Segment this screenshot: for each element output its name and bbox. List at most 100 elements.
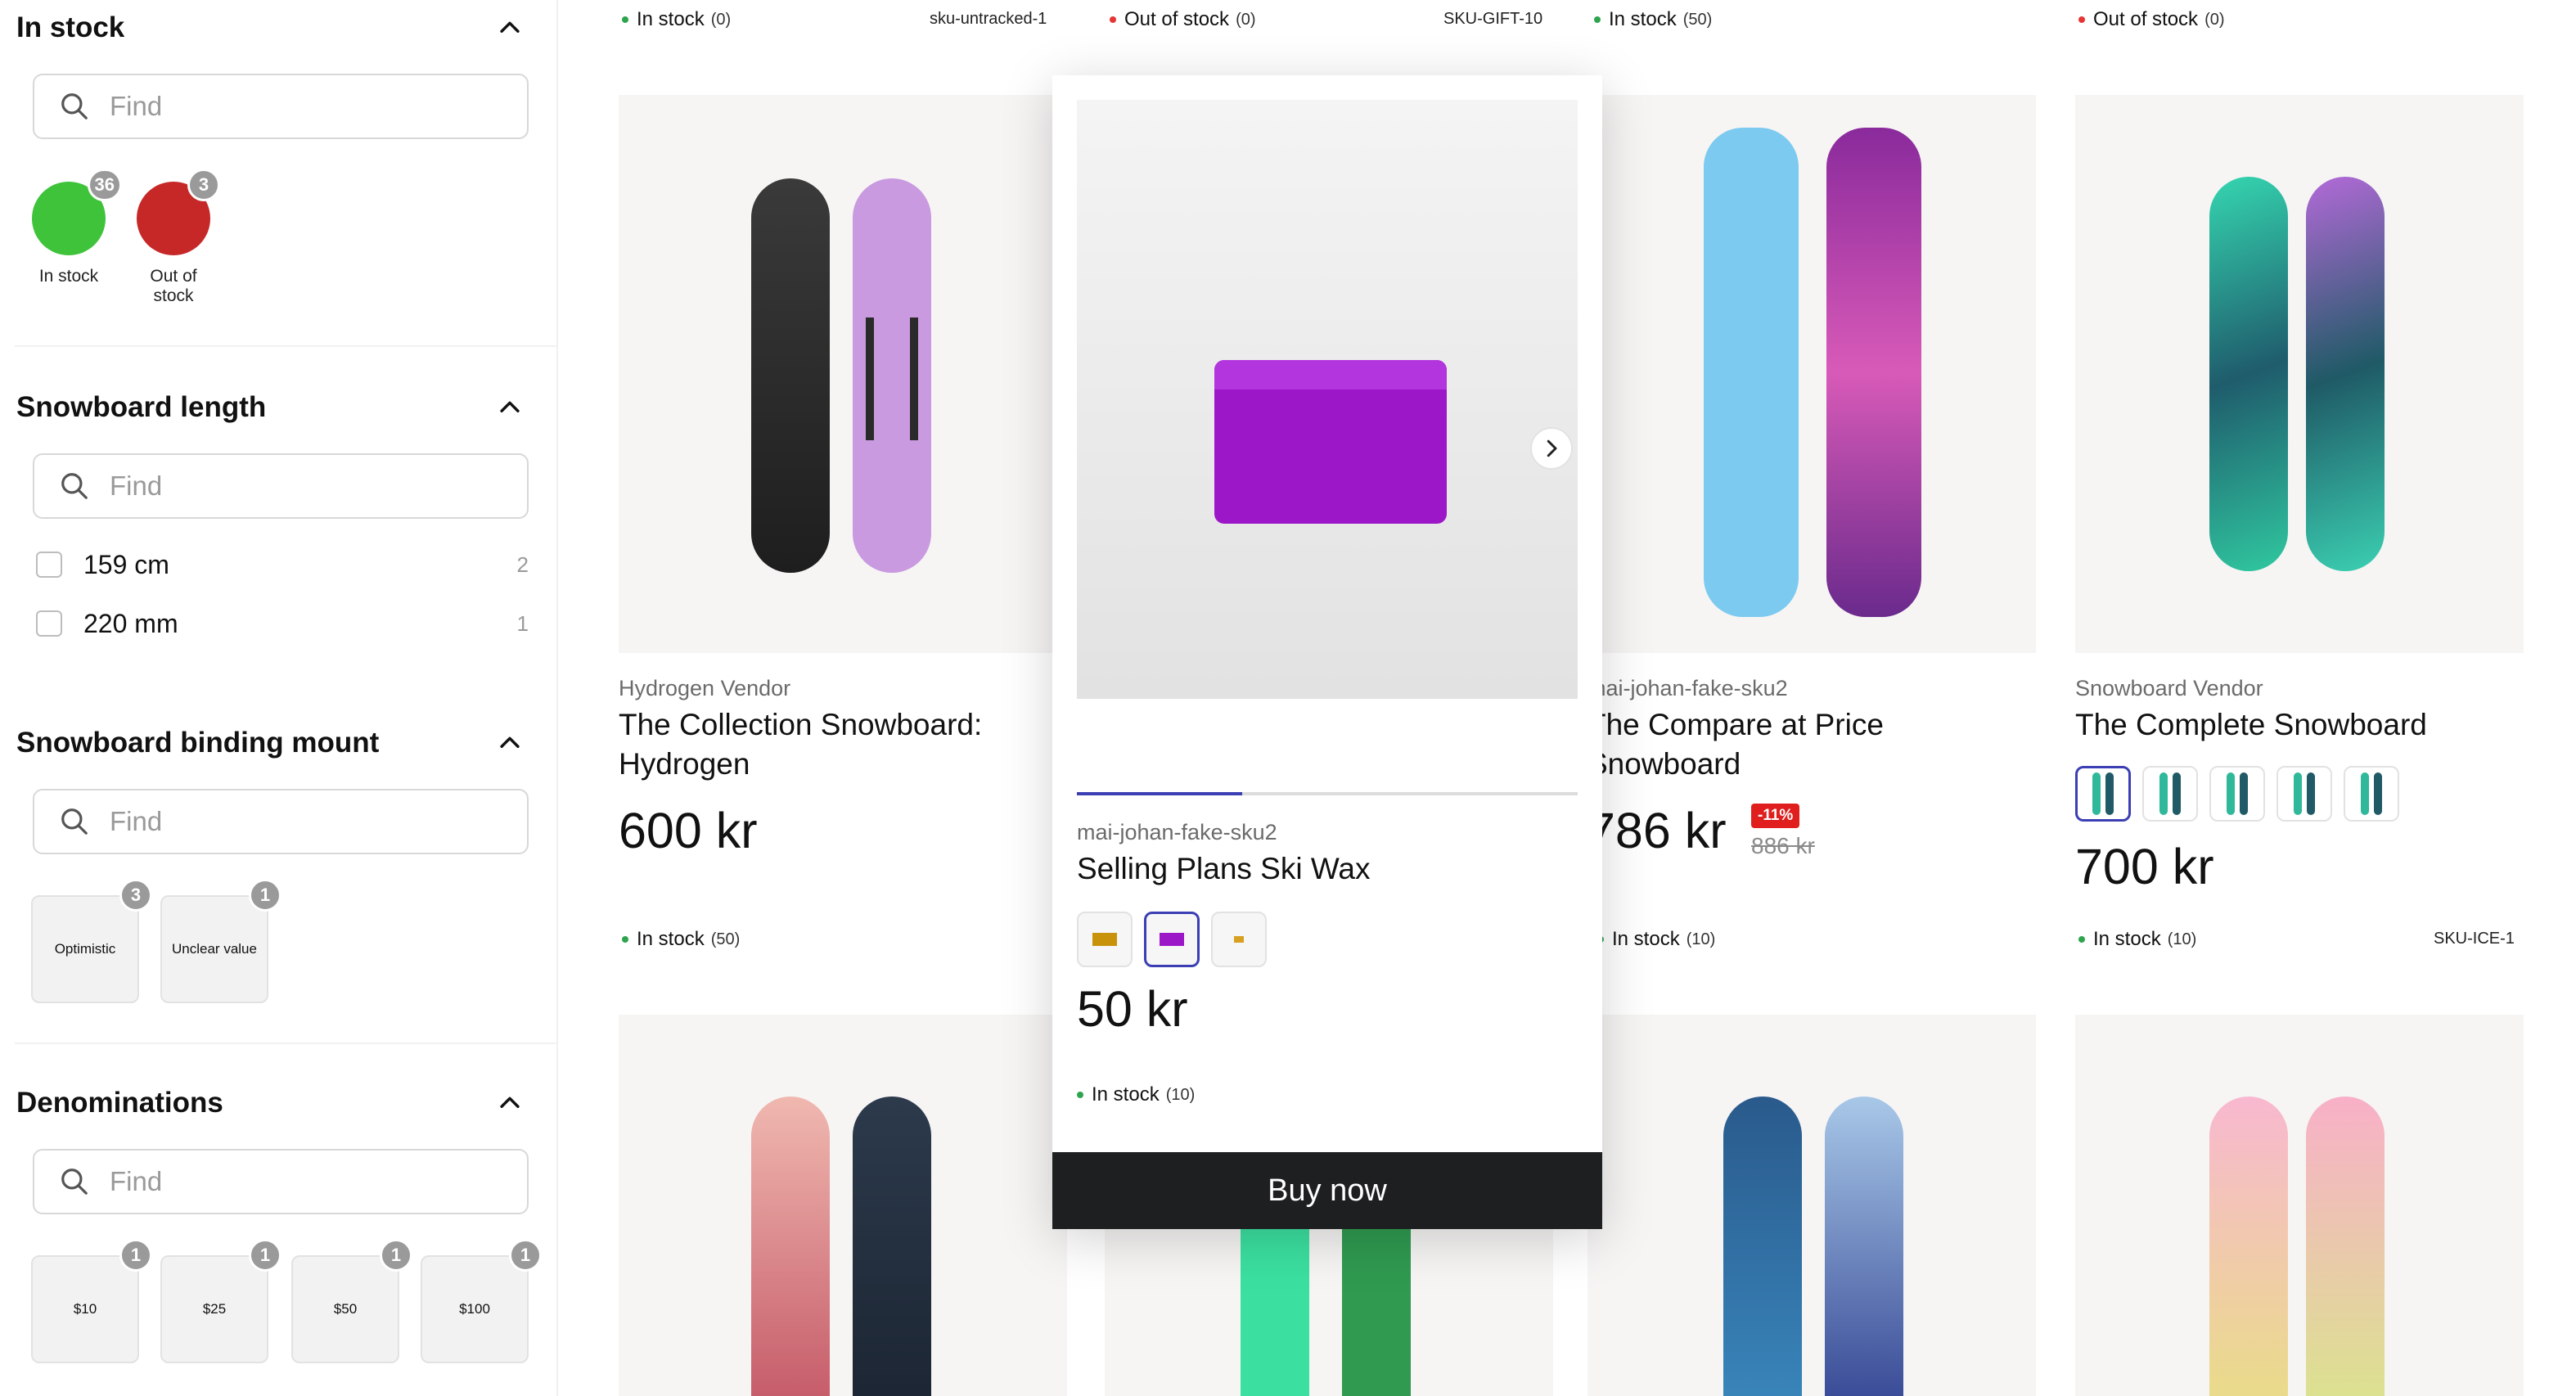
out-of-stock-dot-icon: [1110, 16, 1116, 23]
variant-thumb[interactable]: [1077, 912, 1133, 967]
chevron-up-icon[interactable]: [496, 394, 524, 421]
quick-view-popup: mai-johan-fake-sku2 Selling Plans Ski Wa…: [1052, 75, 1602, 1229]
stock-label: In stock: [1612, 928, 1680, 950]
snowboard-logo: [1825, 1097, 1903, 1396]
search-icon: [61, 473, 88, 499]
stock-qty: (10): [2167, 930, 2197, 948]
filter-title: Denominations: [16, 1087, 223, 1119]
filter-option-159-cm[interactable]: 159 cm 2: [36, 547, 529, 583]
filter-header-snowboard-length[interactable]: Snowboard length: [16, 383, 524, 432]
checkbox[interactable]: [36, 610, 62, 637]
count-badge: 3: [187, 169, 220, 201]
stock-label: In stock: [637, 8, 705, 30]
product-image[interactable]: [619, 1015, 1067, 1396]
variant-thumb[interactable]: [2209, 766, 2265, 822]
variant-thumb[interactable]: [2075, 766, 2131, 822]
filter-tile-unclear-value[interactable]: Unclear value 1: [160, 879, 281, 1003]
filter-option-220-mm[interactable]: 220 mm 1: [36, 606, 529, 642]
snowboard-lilac: [853, 178, 931, 573]
variant-thumb[interactable]: [1144, 912, 1200, 967]
buy-now-button[interactable]: Buy now: [1052, 1152, 1602, 1229]
find-field[interactable]: [33, 1149, 529, 1214]
find-field[interactable]: [33, 453, 529, 519]
product-image-hydrogen[interactable]: [619, 95, 1067, 653]
swatch-label: In stock: [38, 267, 99, 286]
product-image-compare-at-price[interactable]: [1587, 95, 2036, 653]
in-stock-dot-icon: [1594, 16, 1601, 23]
tile-label: $100: [459, 1301, 490, 1317]
snowboard-purple: [1826, 128, 1921, 617]
next-image-button[interactable]: [1530, 427, 1573, 470]
popup-stock-status: In stock (10): [1077, 1083, 1195, 1106]
filter-tile-optimistic[interactable]: Optimistic 3: [31, 879, 152, 1003]
color-swatch[interactable]: 3: [137, 169, 220, 255]
swatch-in-stock[interactable]: 36 In stock: [20, 169, 122, 286]
product-vendor: Snowboard Vendor: [2075, 676, 2263, 700]
snowboard-black: [751, 178, 830, 573]
chevron-up-icon[interactable]: [496, 729, 524, 757]
in-stock-dot-icon: [1077, 1092, 1083, 1098]
tile-label: Optimistic: [54, 941, 116, 957]
sku-label: SKU-GIFT-10: [1443, 10, 1543, 28]
find-input[interactable]: [110, 91, 502, 122]
snowboard-pink: [751, 1097, 830, 1396]
product-image-complete-snowboard[interactable]: [2075, 95, 2524, 653]
popup-variant-thumbnails: [1077, 912, 1267, 967]
find-field[interactable]: [33, 789, 529, 854]
find-input[interactable]: [110, 806, 502, 837]
option-label: 159 cm: [83, 549, 169, 579]
variant-thumb[interactable]: [2344, 766, 2399, 822]
product-price: 786 kr: [1587, 803, 1727, 858]
filter-header-denominations[interactable]: Denominations: [16, 1079, 524, 1128]
tile-label: Unclear value: [172, 941, 257, 957]
title-line: The Compare at Price: [1587, 708, 1884, 741]
filter-tile-50[interactable]: $50 1: [291, 1239, 412, 1363]
color-swatch[interactable]: 36: [32, 169, 122, 255]
find-input[interactable]: [110, 471, 502, 502]
tile-label: $25: [202, 1301, 227, 1317]
snowboard-forest: [1723, 1097, 1802, 1396]
snowboard-pastel-2: [2306, 1097, 2385, 1396]
popup-vendor: mai-johan-fake-sku2: [1077, 820, 1277, 844]
out-of-stock-dot-icon: [2078, 16, 2085, 23]
filter-tile-25[interactable]: $25 1: [160, 1239, 281, 1363]
product-price: 600 kr: [619, 803, 758, 858]
in-stock-dot-icon: [622, 16, 628, 23]
find-input[interactable]: [110, 1166, 502, 1197]
product-image[interactable]: [2075, 1015, 2524, 1396]
checkbox[interactable]: [36, 552, 62, 578]
swatch-label: Out of stock: [150, 267, 197, 305]
filter-tile-10[interactable]: $10 1: [31, 1239, 152, 1363]
variant-thumb[interactable]: [1211, 912, 1267, 967]
product-title[interactable]: The Collection Snowboard: Hydrogen: [619, 705, 1044, 784]
tile-label: $10: [73, 1301, 97, 1317]
filter-title: In stock: [16, 11, 125, 43]
snowboard-teal-purple: [2306, 177, 2385, 571]
search-icon: [61, 93, 88, 119]
stock-label: Out of stock: [2093, 8, 2199, 30]
chevron-up-icon[interactable]: [496, 14, 524, 42]
chevron-right-icon: [1547, 439, 1557, 457]
product-title[interactable]: The Complete Snowboard: [2075, 705, 2501, 745]
sku-label: sku-untracked-1: [930, 10, 1047, 28]
product-title[interactable]: The Compare at Price Snowboard: [1587, 705, 2013, 784]
chevron-up-icon[interactable]: [496, 1089, 524, 1117]
count-badge: 1: [249, 1239, 281, 1272]
snowboard-blue: [1704, 128, 1799, 617]
product-image[interactable]: [1587, 1015, 2036, 1396]
filter-header-in-stock[interactable]: In stock: [16, 3, 524, 52]
count-badge: 3: [119, 879, 152, 912]
stock-status: In stock (50): [622, 928, 740, 951]
variant-thumb[interactable]: [2142, 766, 2198, 822]
variant-thumb[interactable]: [2277, 766, 2332, 822]
swatch-out-of-stock[interactable]: 3 Out of stock: [124, 169, 223, 306]
quick-view-image[interactable]: [1077, 100, 1578, 699]
find-field[interactable]: [33, 74, 529, 139]
stock-status: In stock (50): [1594, 8, 1712, 31]
filter-tile-100[interactable]: $100 1: [421, 1239, 542, 1363]
filter-header-binding-mount[interactable]: Snowboard binding mount: [16, 718, 524, 768]
stock-status: In stock (10): [1597, 928, 1715, 951]
stock-status: Out of stock (0): [2078, 8, 2225, 31]
count-badge: 1: [249, 879, 281, 912]
image-progress-fill: [1077, 792, 1242, 795]
